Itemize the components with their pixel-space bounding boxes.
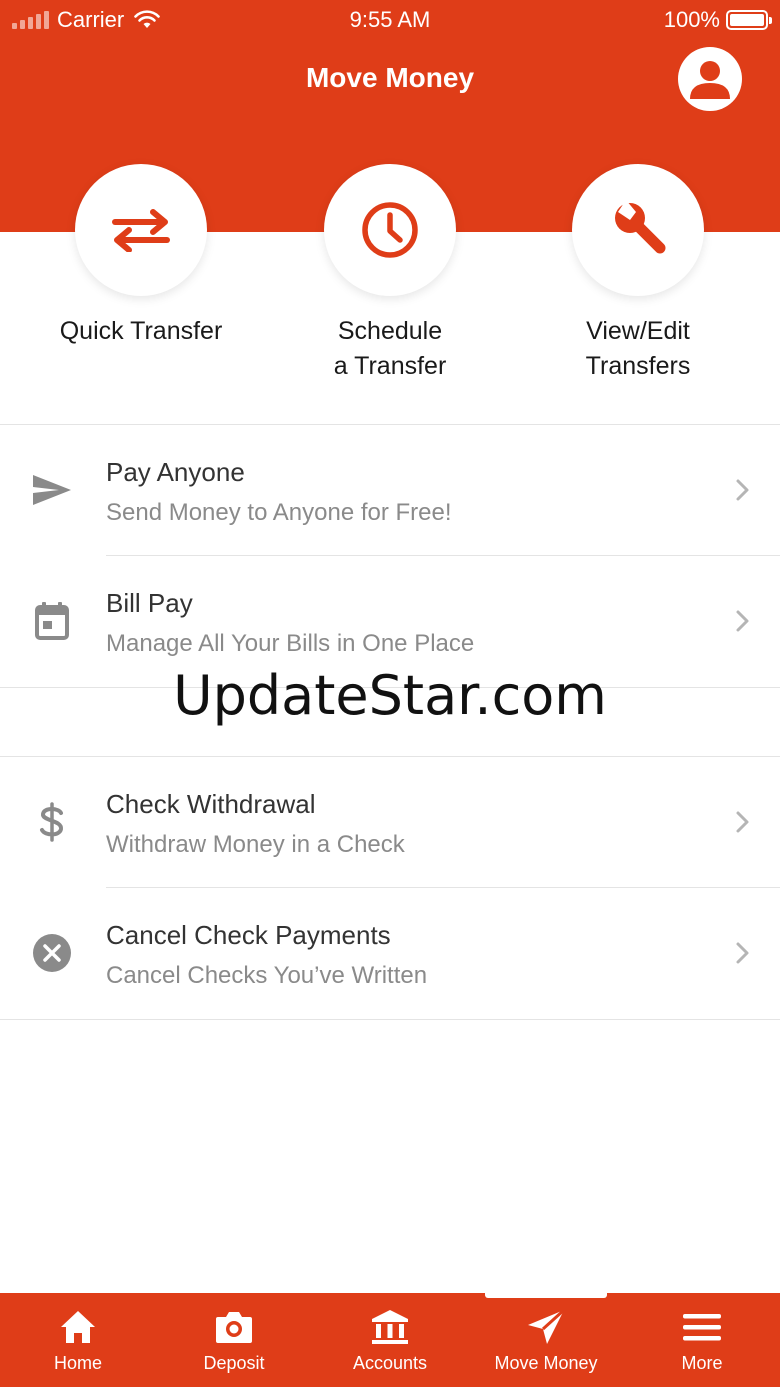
dollar-icon bbox=[40, 802, 63, 842]
bank-icon bbox=[372, 1310, 408, 1344]
tab-more[interactable]: More bbox=[624, 1293, 780, 1387]
row-subtitle: Cancel Checks You’ve Written bbox=[106, 962, 428, 989]
quick-transfer-circle bbox=[75, 164, 207, 296]
tab-deposit[interactable]: Deposit bbox=[156, 1293, 312, 1387]
group-divider bbox=[0, 1019, 780, 1020]
check-withdrawal-icon-wrap bbox=[30, 800, 74, 844]
swap-arrows-icon bbox=[112, 209, 170, 252]
status-right: 100% bbox=[663, 7, 772, 33]
tab-label: Accounts bbox=[352, 1353, 428, 1373]
row-subtitle: Withdraw Money in a Check bbox=[106, 831, 405, 858]
tab-label: Move Money bbox=[494, 1353, 598, 1373]
view-edit-transfers-button[interactable]: View/Edit Transfers bbox=[508, 164, 768, 384]
calendar-icon bbox=[35, 602, 69, 640]
home-icon bbox=[61, 1311, 95, 1343]
wrench-icon bbox=[615, 200, 666, 254]
row-title: Bill Pay bbox=[106, 588, 193, 618]
list-item-check-withdrawal[interactable]: Check Withdrawal Withdraw Money in a Che… bbox=[0, 757, 780, 887]
bill-pay-icon-wrap bbox=[30, 599, 74, 643]
list-item-pay-anyone[interactable]: Pay Anyone Send Money to Anyone for Free… bbox=[0, 425, 780, 555]
row-subtitle: Manage All Your Bills in One Place bbox=[106, 630, 475, 657]
status-bar: Carrier 9:55 AM 100% bbox=[0, 0, 780, 40]
tab-label: Home bbox=[53, 1353, 102, 1373]
camera-icon-wrap bbox=[156, 1307, 312, 1347]
list-item-cancel-check-payments[interactable]: Cancel Check Payments Cancel Checks You’… bbox=[0, 888, 780, 1018]
menu-icon bbox=[683, 1314, 721, 1341]
quick-transfer-label: Quick Transfer bbox=[59, 317, 223, 345]
tab-move-money[interactable]: Move Money bbox=[468, 1293, 624, 1387]
tab-label: Deposit bbox=[203, 1353, 265, 1373]
schedule-transfer-label: Schedule a Transfer bbox=[333, 317, 447, 380]
page-title: Move Money bbox=[305, 62, 475, 93]
quick-transfer-button[interactable]: Quick Transfer bbox=[11, 164, 271, 349]
battery-icon bbox=[726, 10, 772, 30]
tab-home[interactable]: Home bbox=[0, 1293, 156, 1387]
bank-icon-wrap bbox=[312, 1307, 468, 1347]
chevron-right-icon bbox=[736, 479, 749, 501]
tab-bar: Home Deposit Accounts Move Money More bbox=[0, 1293, 780, 1387]
send-icon-wrap bbox=[468, 1307, 624, 1347]
row-title: Pay Anyone bbox=[106, 457, 245, 487]
menu-icon-wrap bbox=[624, 1307, 780, 1347]
view-edit-transfers-label: View/Edit Transfers bbox=[585, 317, 691, 380]
active-tab-indicator bbox=[485, 1293, 607, 1298]
home-icon-wrap bbox=[0, 1307, 156, 1347]
cancel-circle-icon bbox=[33, 934, 71, 972]
schedule-transfer-circle bbox=[324, 164, 456, 296]
cancel-check-icon-wrap bbox=[30, 931, 74, 975]
view-edit-transfers-circle bbox=[572, 164, 704, 296]
tab-label: More bbox=[681, 1353, 723, 1373]
chevron-right-icon bbox=[736, 610, 749, 632]
profile-button[interactable] bbox=[678, 47, 742, 111]
pay-anyone-icon-wrap bbox=[30, 468, 74, 512]
schedule-transfer-button[interactable]: Schedule a Transfer bbox=[260, 164, 520, 384]
tab-accounts[interactable]: Accounts bbox=[312, 1293, 468, 1387]
row-title: Cancel Check Payments bbox=[106, 920, 391, 950]
camera-icon bbox=[216, 1312, 252, 1343]
person-icon bbox=[690, 61, 730, 99]
chevron-right-icon bbox=[736, 942, 749, 964]
send-icon bbox=[528, 1308, 566, 1344]
clock-icon bbox=[362, 202, 418, 258]
chevron-right-icon bbox=[736, 811, 749, 833]
battery-percent: 100% bbox=[663, 7, 720, 32]
watermark-text: UpdateStar.com bbox=[173, 664, 607, 727]
row-title: Check Withdrawal bbox=[106, 789, 316, 819]
paper-plane-icon bbox=[33, 475, 71, 505]
row-subtitle: Send Money to Anyone for Free! bbox=[106, 499, 452, 526]
